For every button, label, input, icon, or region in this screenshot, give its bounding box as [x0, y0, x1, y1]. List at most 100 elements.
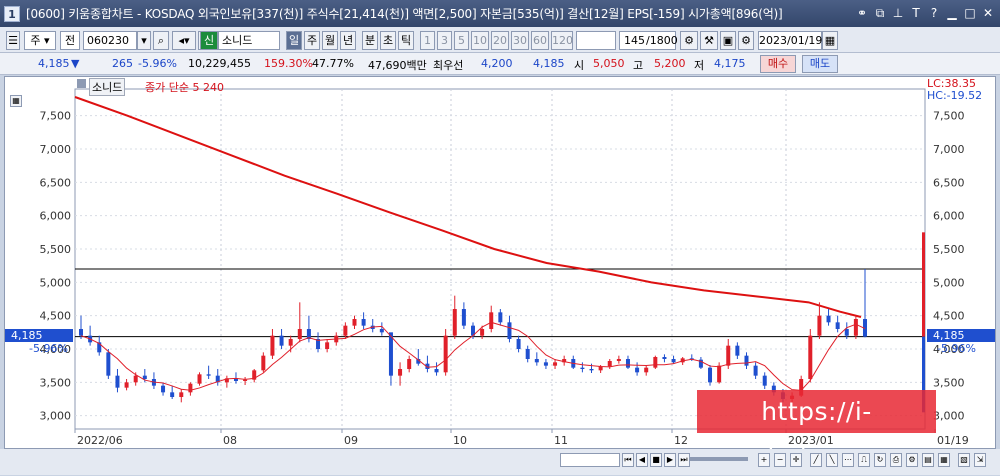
stop-icon[interactable]: ■: [650, 453, 662, 467]
chart-toolbar: ☰ 주 ▾ 전 060230 ▾ ⌕ ◂▾ ◂ 신 소니드 일 주 월 년 분 …: [0, 27, 1000, 53]
interval-3[interactable]: 3: [437, 31, 452, 50]
sound-icon[interactable]: ◂▾: [172, 31, 196, 50]
settings-icon[interactable]: ⚙: [680, 31, 698, 50]
legend-toggle-icon[interactable]: [77, 79, 86, 88]
right-change-tag: -5.96%: [937, 342, 976, 355]
quote-bar: 4,185 ▼ 265 -5.96% 10,229,455 159.30% 47…: [0, 53, 1000, 75]
minimize-icon[interactable]: ▁: [944, 5, 960, 21]
y-tick-label-right: 6,000: [933, 210, 965, 223]
market-select[interactable]: 주 ▾: [24, 31, 56, 50]
sell-button[interactable]: 매도: [802, 55, 838, 73]
candle-body: [744, 355, 749, 366]
layout-icon[interactable]: ▤: [922, 453, 934, 467]
period-minute[interactable]: 분: [362, 31, 378, 50]
x-tick-label: 01/19: [937, 434, 969, 447]
candle-body: [288, 339, 293, 346]
last-icon[interactable]: ⏭: [678, 453, 690, 467]
date-input[interactable]: 2023/01/19: [758, 31, 822, 50]
y-tick-label-left: 7,500: [40, 110, 72, 123]
grid-icon[interactable]: ▧: [958, 453, 970, 467]
candle-body: [489, 312, 494, 329]
crosshair-icon[interactable]: ✛: [790, 453, 802, 467]
chart-type-icon[interactable]: ⎍: [858, 453, 870, 467]
period-icon[interactable]: ⋯: [842, 453, 854, 467]
search-icon[interactable]: ⌕: [153, 31, 169, 50]
calendar-icon[interactable]: ▦: [822, 31, 838, 50]
best-ask: 4,185: [533, 57, 565, 70]
next-page-icon[interactable]: ▶: [664, 453, 676, 467]
y-tick-label-left: 6,000: [40, 210, 72, 223]
interval-30[interactable]: 30: [511, 31, 529, 50]
change-arrow-icon: ▼: [71, 57, 80, 70]
period-day[interactable]: 일: [286, 31, 302, 50]
period-month[interactable]: 월: [322, 31, 338, 50]
restore-icon[interactable]: ⧉: [872, 5, 888, 21]
x-tick-label: 11: [554, 434, 568, 447]
draw-line-icon[interactable]: ╱: [810, 453, 822, 467]
close-icon[interactable]: ✕: [980, 5, 996, 21]
link-icon[interactable]: ⚭: [854, 5, 870, 21]
candle-body: [270, 335, 275, 356]
count-max: /1800: [646, 31, 678, 50]
interval-10[interactable]: 10: [471, 31, 489, 50]
period-year[interactable]: 년: [340, 31, 356, 50]
first-icon[interactable]: ⏮: [622, 453, 634, 467]
count-input[interactable]: 145: [619, 31, 647, 50]
title-bar: 1 [0600] 키움종합차트 - KOSDAQ 외국인보유[337(천)] 주…: [0, 0, 1000, 27]
code-dropdown-icon[interactable]: ▾: [137, 31, 151, 50]
candle-body: [671, 359, 676, 363]
interval-20[interactable]: 20: [491, 31, 509, 50]
scroll-track[interactable]: [560, 453, 620, 467]
period-tick[interactable]: 틱: [398, 31, 414, 50]
open-label: 시: [574, 59, 585, 72]
zoom-slider[interactable]: [690, 457, 748, 461]
refresh-icon[interactable]: ↻: [874, 453, 886, 467]
new-badge: 신: [200, 31, 218, 50]
candle-body: [170, 392, 175, 397]
config-icon[interactable]: ⚙: [906, 453, 918, 467]
expand-icon[interactable]: ⇲: [974, 453, 986, 467]
menu-icon[interactable]: ☰: [6, 31, 20, 50]
y-tick-label-right: 7,000: [933, 143, 965, 156]
zoom-out-icon[interactable]: −: [774, 453, 786, 467]
open-price: 5,050: [593, 57, 625, 70]
print-icon[interactable]: ⎙: [890, 453, 902, 467]
period-second[interactable]: 초: [380, 31, 396, 50]
low-label: 저: [694, 59, 705, 72]
table-icon[interactable]: ▦: [938, 453, 950, 467]
y-tick-label-right: 4,500: [933, 310, 965, 323]
change-percent: -5.96%: [138, 57, 177, 70]
candle-body: [525, 349, 530, 359]
tools-icon[interactable]: ⚒: [700, 31, 718, 50]
symbol-type-select[interactable]: 전: [60, 31, 80, 50]
code-input[interactable]: 060230: [83, 31, 137, 50]
candle-body: [534, 359, 539, 363]
candle-body: [726, 345, 731, 366]
pin-icon[interactable]: ⊥: [890, 5, 906, 21]
prev-page-icon[interactable]: ◀: [636, 453, 648, 467]
period-week[interactable]: 주: [304, 31, 320, 50]
zoom-in-icon[interactable]: +: [758, 453, 770, 467]
candle-body: [379, 329, 384, 333]
interval-60[interactable]: 60: [531, 31, 549, 50]
gear-icon[interactable]: ⚙: [738, 31, 754, 50]
candle-body: [607, 361, 612, 367]
candle-body: [325, 342, 330, 349]
candle-body: [635, 367, 640, 373]
text-icon[interactable]: T: [908, 5, 924, 21]
candle-body: [735, 345, 740, 356]
help-icon[interactable]: ?: [926, 5, 942, 21]
interval-custom-input[interactable]: [576, 31, 616, 50]
chart-grid-icon[interactable]: ▦: [10, 95, 22, 107]
trend-icon[interactable]: ╲: [826, 453, 838, 467]
interval-1[interactable]: 1: [420, 31, 435, 50]
buy-button[interactable]: 매수: [760, 55, 796, 73]
scroll-controls: ⏮ ◀ ■ ▶ ⏭ + − ✛ ╱ ╲ ⋯ ⎍ ↻ ⎙ ⚙ ▤ ▦ ▧ ⇲: [0, 449, 1000, 475]
candle-body: [753, 365, 758, 376]
watermark: https://i-whale.com: [697, 390, 936, 469]
save-icon[interactable]: ▣: [720, 31, 736, 50]
interval-120[interactable]: 120: [551, 31, 573, 50]
maximize-icon[interactable]: □: [962, 5, 978, 21]
interval-5[interactable]: 5: [454, 31, 469, 50]
turnover: 47.77%: [312, 57, 354, 70]
